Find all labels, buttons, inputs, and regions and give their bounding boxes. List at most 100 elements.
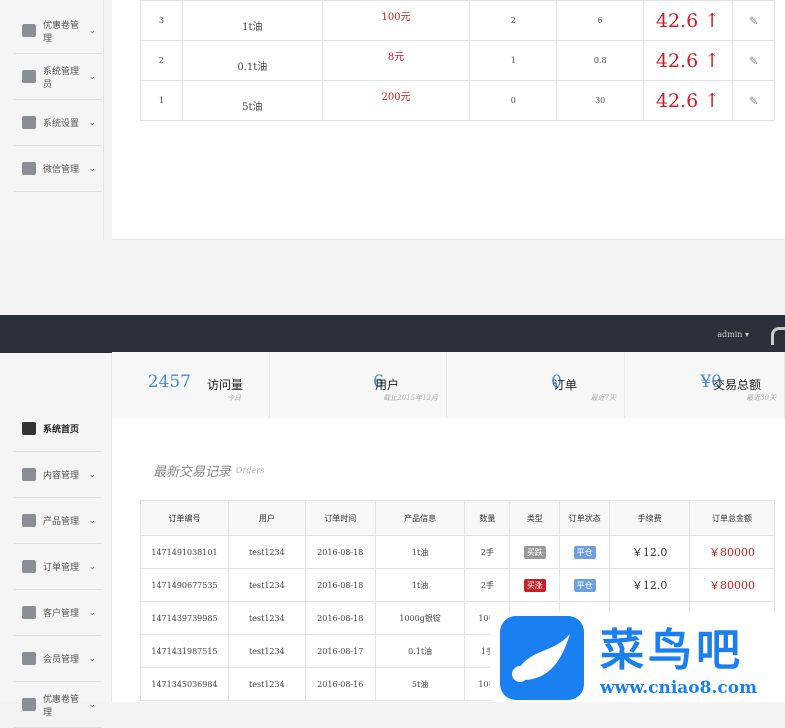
bird-logo-icon bbox=[500, 616, 584, 700]
arrow-up-icon: ↑ bbox=[704, 89, 721, 112]
price-cell: 100元 bbox=[321, 0, 471, 41]
column-header: 用户 bbox=[227, 500, 306, 536]
fee: ￥12.0 bbox=[609, 535, 691, 569]
sidebar-item[interactable]: 订单管理 ⌄ bbox=[14, 544, 102, 590]
value-cell: 0.8 bbox=[556, 40, 645, 81]
pencil-icon: ✎ bbox=[748, 93, 759, 108]
fee: ￥12.0 bbox=[609, 568, 691, 602]
user-menu[interactable]: admin ▾ bbox=[717, 330, 749, 339]
order-time: 2016-08-18 bbox=[304, 568, 376, 602]
column-header: 订单总金额 bbox=[689, 500, 775, 536]
calendar-icon bbox=[22, 514, 36, 527]
order-number: 1471439739985 bbox=[140, 601, 229, 635]
user-link[interactable]: test1234 bbox=[249, 647, 285, 656]
table-row: 1471490677535 test1234 2016-08-18 1t油 2手… bbox=[140, 568, 775, 602]
avatar[interactable] bbox=[771, 327, 785, 345]
value-cell: 0 bbox=[469, 80, 558, 121]
column-header: 产品信息 bbox=[374, 500, 466, 536]
table-row: 1 5t油 200元 0 30 42.6 ↑ ✎ bbox=[140, 80, 775, 121]
sidebar-item[interactable]: 内容管理 ⌄ bbox=[14, 452, 102, 498]
name-cell: 1t油 bbox=[181, 0, 323, 41]
sidebar-item[interactable]: 会员管理 ⌄ bbox=[14, 636, 102, 682]
column-header: 类型 bbox=[509, 500, 561, 536]
column-header: 订单状态 bbox=[559, 500, 611, 536]
edit-button[interactable]: ✎ bbox=[732, 80, 775, 121]
chevron-down-icon: ⌄ bbox=[88, 653, 96, 664]
status-badge: 平仓 bbox=[573, 545, 596, 559]
quote-cell: 42.6 ↑ bbox=[643, 80, 734, 121]
table-row: 2 0.1t油 8元 1 0.8 42.6 ↑ ✎ bbox=[140, 40, 775, 81]
watermark: 菜鸟吧 www.cniao8.com bbox=[490, 612, 785, 702]
orders-title: 最新交易记录 bbox=[153, 465, 232, 480]
user-link[interactable]: test1234 bbox=[249, 548, 285, 557]
chevron-down-icon: ⌄ bbox=[88, 469, 96, 480]
sidebar-item-top[interactable]: 优惠卷管理 ⌄ bbox=[14, 8, 102, 54]
order-number: 1471491038101 bbox=[140, 535, 229, 569]
order-time: 2016-08-17 bbox=[304, 634, 376, 668]
gear-icon bbox=[22, 116, 36, 129]
arrow-up-icon: ↑ bbox=[704, 49, 721, 72]
chevron-down-icon: ⌄ bbox=[88, 117, 96, 128]
chevron-down-icon: ⌄ bbox=[88, 163, 96, 174]
sidebar-item-top[interactable]: 系统设置 ⌄ bbox=[14, 100, 102, 146]
quantity: 2手 bbox=[464, 568, 511, 602]
price-cell: 8元 bbox=[321, 40, 471, 81]
sidebar-item[interactable]: 产品管理 ⌄ bbox=[14, 498, 102, 544]
product-link[interactable]: 1t油 bbox=[412, 548, 428, 557]
grid-icon bbox=[22, 560, 36, 573]
sidebar-item-top[interactable]: 微信管理 ⌄ bbox=[14, 146, 102, 192]
product-table: 3 1t油 100元 2 6 42.6 ↑ ✎ 2 0.1t油 8元 1 0.8… bbox=[140, 0, 775, 121]
quantity: 2手 bbox=[464, 535, 511, 569]
product-link[interactable]: 1000g银锭 bbox=[399, 614, 440, 623]
user-link[interactable]: test1234 bbox=[249, 680, 285, 689]
table-row: 3 1t油 100元 2 6 42.6 ↑ ✎ bbox=[140, 0, 775, 41]
product-link[interactable]: 5t油 bbox=[412, 680, 428, 689]
id-cell: 2 bbox=[140, 40, 183, 81]
column-header: 手续费 bbox=[609, 500, 691, 536]
edit-button[interactable]: ✎ bbox=[732, 40, 775, 81]
column-header: 订单编号 bbox=[140, 500, 229, 536]
status-badge: 平仓 bbox=[573, 578, 596, 592]
order-total: ￥80000 bbox=[689, 535, 775, 569]
image-icon bbox=[22, 24, 36, 37]
chevron-down-icon: ⌄ bbox=[88, 607, 96, 618]
user-link[interactable]: test1234 bbox=[249, 614, 285, 623]
chevron-down-icon: ⌄ bbox=[88, 561, 96, 572]
edit-icon bbox=[22, 468, 36, 481]
image-icon bbox=[22, 698, 36, 711]
value-cell: 30 bbox=[556, 80, 645, 121]
name-cell: 0.1t油 bbox=[181, 40, 323, 81]
order-time: 2016-08-18 bbox=[304, 601, 376, 635]
product-link[interactable]: 0.1t油 bbox=[408, 647, 432, 656]
users-icon bbox=[22, 652, 36, 665]
sidebar-item[interactable]: 优惠卷管理 ⌄ bbox=[14, 682, 102, 728]
order-time: 2016-08-16 bbox=[304, 667, 376, 701]
sidebar-item[interactable]: 客户管理 ⌄ bbox=[14, 590, 102, 636]
user-link[interactable]: test1234 bbox=[249, 581, 285, 590]
pencil-icon: ✎ bbox=[748, 13, 759, 28]
value-cell: 2 bbox=[469, 0, 558, 41]
type-badge: 买跌 bbox=[523, 545, 546, 559]
order-total: ￥80000 bbox=[689, 568, 775, 602]
edit-button[interactable]: ✎ bbox=[732, 0, 775, 41]
stat-card: ¥0 交易总额 最近30天 bbox=[625, 352, 785, 418]
value-cell: 1 bbox=[469, 40, 558, 81]
table-row: 1471491038101 test1234 2016-08-18 1t油 2手… bbox=[140, 535, 775, 569]
quote-cell: 42.6 ↑ bbox=[643, 0, 734, 41]
sidebar-item-top[interactable]: 系统管理员 ⌄ bbox=[14, 54, 102, 100]
top-header: admin ▾ bbox=[0, 315, 785, 353]
order-number: 1471345036984 bbox=[140, 667, 229, 701]
pencil-icon: ✎ bbox=[748, 53, 759, 68]
users-icon bbox=[22, 162, 36, 175]
price-cell: 200元 bbox=[321, 80, 471, 121]
type-badge: 买涨 bbox=[523, 578, 546, 592]
product-link[interactable]: 1t油 bbox=[412, 581, 428, 590]
sidebar-item[interactable]: 系统首页 bbox=[14, 406, 102, 452]
users-icon bbox=[22, 606, 36, 619]
orders-subtitle: Orders bbox=[236, 466, 265, 475]
value-cell: 6 bbox=[556, 0, 645, 41]
column-header: 数量 bbox=[464, 500, 511, 536]
branch-icon bbox=[22, 70, 36, 83]
stat-card: 2457 访问量 今日 bbox=[112, 352, 270, 418]
order-number: 1471431987515 bbox=[140, 634, 229, 668]
